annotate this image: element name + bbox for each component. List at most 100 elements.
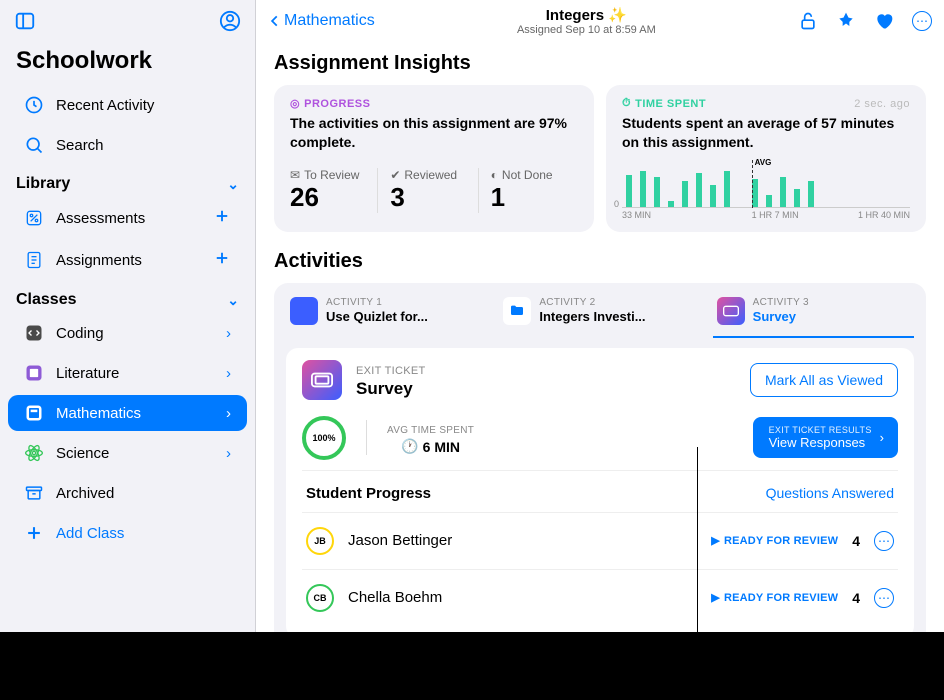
to-review-value: 26 — [290, 182, 377, 213]
book-icon — [24, 363, 44, 383]
sidebar-item-mathematics[interactable]: Mathematics › — [8, 395, 247, 431]
student-row[interactable]: JB Jason Bettinger ▶READY FOR REVIEW 4 ⋯ — [302, 512, 898, 569]
insight-card-progress[interactable]: ◎PROGRESS The activities on this assignm… — [274, 85, 594, 232]
student-row[interactable]: CB Chella Boehm ▶READY FOR REVIEW 4 ⋯ — [302, 569, 898, 626]
stopwatch-icon: ⏱ — [622, 97, 631, 110]
student-name: Chella Boehm — [348, 589, 442, 606]
chart-bar — [808, 181, 814, 207]
more-icon[interactable]: ⋯ — [874, 531, 894, 551]
search-icon — [24, 135, 44, 155]
folder-icon — [503, 297, 531, 325]
more-icon[interactable]: ⋯ — [912, 11, 932, 31]
mark-all-viewed-button[interactable]: Mark All as Viewed — [750, 363, 898, 397]
play-icon: ▶ — [711, 591, 720, 604]
chart-bar — [696, 173, 702, 207]
sidebar-item-label: Coding — [56, 325, 104, 342]
more-icon[interactable]: ⋯ — [874, 588, 894, 608]
atom-icon — [24, 443, 44, 463]
add-class-label: Add Class — [56, 525, 124, 542]
account-icon[interactable] — [219, 10, 241, 37]
back-button[interactable]: Mathematics — [268, 12, 375, 30]
questions-answered-link[interactable]: Questions Answered — [766, 485, 894, 502]
chart-bar — [766, 195, 772, 207]
time-text: Students spent an average of 57 minutes … — [622, 114, 910, 152]
chart-bar — [640, 171, 646, 207]
chart-y0: 0 — [614, 199, 619, 209]
sidebar-item-label: Literature — [56, 365, 119, 382]
results-label: View Responses — [769, 435, 866, 450]
calculator-icon — [24, 403, 44, 423]
page-subtitle: Assigned Sep 10 at 8:59 AM — [375, 24, 798, 36]
add-class-button[interactable]: Add Class — [8, 515, 247, 551]
quizlet-icon — [290, 297, 318, 325]
tab-num: ACTIVITY 3 — [753, 297, 809, 308]
results-kicker: EXIT TICKET RESULTS — [769, 425, 872, 435]
tab-name: Integers Investi... — [539, 309, 645, 324]
sidebar-item-assessments[interactable]: Assessments — [8, 199, 247, 237]
section-header-classes[interactable]: Classes ⌄ — [0, 281, 255, 313]
sidebar-item-archived[interactable]: Archived — [8, 475, 247, 511]
chart-bar — [752, 179, 758, 207]
sidebar-item-label: Assignments — [56, 252, 142, 269]
lock-open-icon[interactable] — [798, 11, 818, 31]
inbox-icon: ✉ — [290, 168, 300, 182]
axis-min: 33 MIN — [622, 210, 651, 220]
answer-count: 4 — [852, 533, 860, 549]
time-label: TIME SPENT — [635, 98, 706, 110]
section-label: Library — [16, 175, 70, 193]
plus-icon[interactable] — [213, 207, 231, 229]
play-icon: ▶ — [711, 534, 720, 547]
notdone-label: Not Done — [502, 168, 553, 182]
toolbar: Mathematics Integers ✨ Assigned Sep 10 a… — [256, 0, 944, 42]
chevron-right-icon: › — [226, 405, 231, 422]
footer-mask — [0, 632, 944, 700]
sidebar-toggle-icon[interactable] — [14, 10, 36, 37]
plus-icon — [24, 523, 44, 543]
tab-name: Survey — [753, 309, 796, 324]
avg-time-value: 6 MIN — [423, 439, 460, 455]
notdone-value: 1 — [491, 182, 578, 213]
time-ago: 2 sec. ago — [854, 98, 910, 110]
back-label: Mathematics — [284, 12, 375, 30]
archive-icon — [24, 483, 44, 503]
tab-activity-2[interactable]: ACTIVITY 2Integers Investi... — [499, 293, 700, 338]
sidebar-item-label: Science — [56, 445, 109, 462]
status-badge: ▶READY FOR REVIEW — [711, 534, 838, 547]
sidebar-item-search[interactable]: Search — [8, 127, 247, 163]
view-responses-button[interactable]: EXIT TICKET RESULTS View Responses › — [753, 417, 898, 458]
chevron-down-icon: ⌄ — [227, 176, 239, 193]
target-icon: ◎ — [290, 97, 300, 110]
code-icon — [24, 323, 44, 343]
sidebar-item-label: Mathematics — [56, 405, 141, 422]
check-icon: ✔ — [390, 168, 400, 182]
chart-bar — [794, 189, 800, 207]
tab-activity-1[interactable]: ACTIVITY 1Use Quizlet for... — [286, 293, 487, 338]
chevron-right-icon: › — [226, 365, 231, 382]
page-title: Integers ✨ — [375, 6, 798, 24]
avatar: CB — [306, 584, 334, 612]
heart-icon[interactable] — [874, 11, 894, 31]
clock-icon: 🕐 — [401, 438, 418, 455]
pin-icon[interactable] — [836, 11, 856, 31]
tab-num: ACTIVITY 1 — [326, 297, 428, 308]
avg-time-label: AVG TIME SPENT — [387, 425, 474, 436]
activity-detail: EXIT TICKET Survey Mark All as Viewed 10… — [286, 348, 914, 638]
clock-icon — [24, 95, 44, 115]
sidebar-item-science[interactable]: Science › — [8, 435, 247, 471]
insights-heading: Assignment Insights — [274, 52, 926, 75]
half-icon: ◐ — [491, 168, 498, 182]
tab-num: ACTIVITY 2 — [539, 297, 645, 308]
sidebar-item-coding[interactable]: Coding › — [8, 315, 247, 351]
sidebar-item-recent[interactable]: Recent Activity — [8, 87, 247, 123]
sidebar-item-assignments[interactable]: Assignments — [8, 241, 247, 279]
sidebar-item-literature[interactable]: Literature › — [8, 355, 247, 391]
insight-card-time[interactable]: ⏱ TIME SPENT 2 sec. ago Students spent a… — [606, 85, 926, 232]
plus-icon[interactable] — [213, 249, 231, 271]
chart-bar — [654, 177, 660, 207]
section-header-library[interactable]: Library ⌄ — [0, 165, 255, 197]
avg-marker: AVG — [755, 158, 772, 167]
sidebar-item-label: Assessments — [56, 210, 145, 227]
tab-activity-3[interactable]: ACTIVITY 3Survey — [713, 293, 914, 338]
chevron-right-icon: › — [880, 430, 884, 445]
chart-bar — [724, 171, 730, 207]
